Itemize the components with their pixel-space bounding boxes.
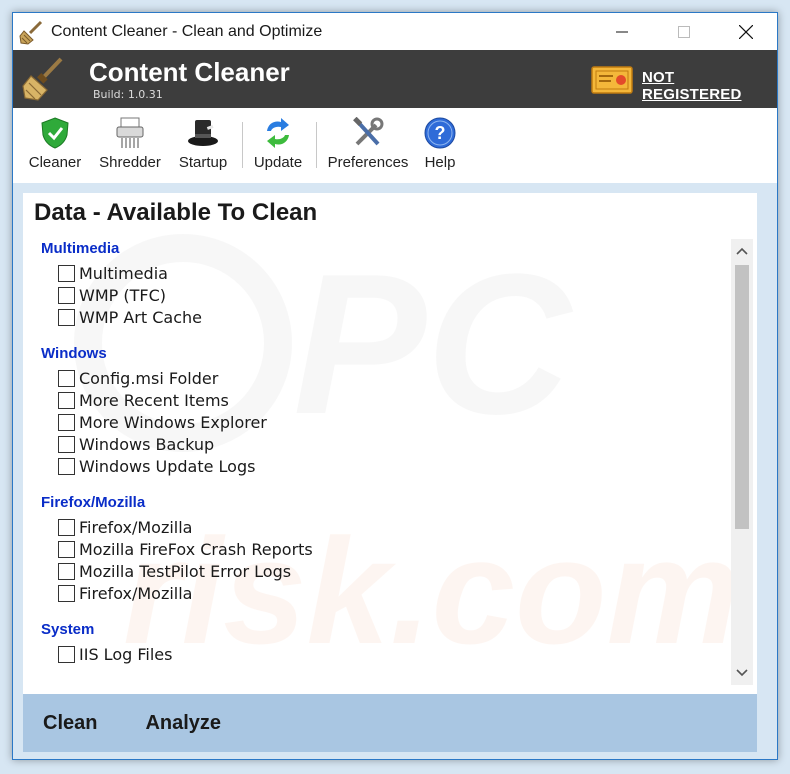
scroll-up-button[interactable] — [731, 239, 753, 263]
checkbox[interactable] — [58, 435, 75, 453]
tools-icon — [353, 117, 384, 146]
group-firefox-mozilla: Firefox/Mozilla Firefox/Mozilla Mozilla … — [41, 493, 731, 604]
group-system: System IIS Log Files — [41, 620, 731, 665]
analyze-button[interactable]: Analyze — [145, 712, 221, 735]
checkbox[interactable] — [58, 413, 75, 431]
checkbox[interactable] — [58, 391, 75, 409]
item-label: IIS Log Files — [79, 644, 173, 664]
vertical-scrollbar[interactable] — [731, 239, 753, 685]
group-title: Firefox/Mozilla — [41, 494, 146, 511]
window-title: Content Cleaner - Clean and Optimize — [51, 22, 323, 40]
clean-button[interactable]: Clean — [43, 712, 97, 735]
preferences-button[interactable]: Preferences — [325, 116, 411, 180]
app-window: Content Cleaner - Clean and Optimize Con… — [12, 12, 778, 760]
item-label: WMP (TFC) — [79, 285, 166, 305]
refresh-icon — [267, 118, 289, 148]
chevron-down-icon — [736, 669, 748, 677]
item-label: WMP Art Cache — [79, 307, 202, 327]
cleaner-label: Cleaner — [28, 154, 82, 171]
toolbar: Cleaner Shredder Startup Update Preferen… — [13, 108, 777, 184]
item-label: Multimedia — [79, 263, 168, 283]
list-item[interactable]: More Recent Items — [58, 389, 731, 411]
list-item[interactable]: WMP Art Cache — [58, 306, 731, 328]
item-label: Config.msi Folder — [79, 368, 219, 388]
list-item[interactable]: More Windows Explorer — [58, 411, 731, 433]
build-version: Build: 1.0.31 — [93, 88, 163, 101]
shredder-button[interactable]: Shredder — [95, 116, 165, 180]
item-label: Firefox/Mozilla — [79, 517, 193, 537]
group-windows: Windows Config.msi Folder More Recent It… — [41, 344, 731, 477]
scroll-thumb[interactable] — [735, 265, 749, 529]
certificate-icon — [591, 66, 633, 94]
startup-label: Startup — [178, 154, 228, 171]
checkbox[interactable] — [58, 286, 75, 304]
checkbox[interactable] — [58, 562, 75, 580]
list-item[interactable]: Firefox/Mozilla — [58, 516, 731, 538]
shredder-label: Shredder — [99, 154, 161, 171]
minimize-button[interactable] — [591, 13, 653, 50]
help-icon: ? — [424, 117, 456, 149]
update-label: Update — [253, 154, 303, 171]
checkbox[interactable] — [58, 518, 75, 536]
item-label: Windows Update Logs — [79, 456, 256, 476]
clean-panel: PC risk.com Data - Available To Clean Mu… — [23, 193, 757, 695]
list-item[interactable]: WMP (TFC) — [58, 284, 731, 306]
broom-logo-icon — [22, 57, 63, 101]
cleaner-button[interactable]: Cleaner — [25, 116, 85, 180]
toolbar-separator — [316, 122, 317, 168]
shredder-icon — [116, 117, 144, 148]
shield-check-icon — [41, 117, 69, 149]
cleanable-items-list: Multimedia Multimedia WMP (TFC) WMP Art … — [41, 239, 731, 681]
list-item[interactable]: Mozilla FireFox Crash Reports — [58, 538, 731, 560]
list-item[interactable]: Windows Backup — [58, 433, 731, 455]
title-bar: Content Cleaner - Clean and Optimize — [13, 13, 777, 50]
action-bar: Clean Analyze — [23, 694, 757, 752]
list-item[interactable]: Windows Update Logs — [58, 455, 731, 477]
update-button[interactable]: Update — [249, 116, 307, 180]
list-item[interactable]: Multimedia — [58, 262, 731, 284]
help-label: Help — [424, 154, 456, 171]
list-item[interactable]: IIS Log Files — [58, 643, 731, 665]
top-hat-icon — [188, 120, 218, 146]
toolbar-separator — [242, 122, 243, 168]
close-button[interactable] — [715, 13, 777, 50]
help-button[interactable]: ? Help — [417, 116, 463, 180]
preferences-label: Preferences — [327, 154, 409, 171]
close-icon — [739, 24, 753, 39]
startup-button[interactable]: Startup — [173, 116, 233, 180]
maximize-icon — [678, 25, 690, 38]
list-item[interactable]: Config.msi Folder — [58, 367, 731, 389]
checkbox[interactable] — [58, 264, 75, 282]
list-item[interactable]: Firefox/Mozilla — [58, 582, 731, 604]
brand-name: Content Cleaner — [89, 57, 290, 87]
checkbox[interactable] — [58, 584, 75, 602]
panel-title: Data - Available To Clean — [34, 199, 318, 226]
group-title: System — [41, 621, 95, 638]
minimize-icon — [616, 31, 628, 32]
item-label: Mozilla FireFox Crash Reports — [79, 539, 313, 559]
svg-text:?: ? — [435, 123, 446, 143]
item-label: Firefox/Mozilla — [79, 583, 193, 603]
group-title: Multimedia — [41, 240, 120, 257]
item-label: Windows Backup — [79, 434, 215, 454]
item-label: More Recent Items — [79, 390, 229, 410]
group-title: Windows — [41, 345, 107, 362]
content-frame: PC risk.com Data - Available To Clean Mu… — [13, 184, 777, 695]
not-registered-link[interactable]: NOT REGISTERED — [642, 69, 777, 103]
item-label: More Windows Explorer — [79, 412, 267, 432]
checkbox[interactable] — [58, 540, 75, 558]
group-multimedia: Multimedia Multimedia WMP (TFC) WMP Art … — [41, 239, 731, 328]
checkbox[interactable] — [58, 308, 75, 326]
scroll-down-button[interactable] — [731, 661, 753, 685]
list-item[interactable]: Mozilla TestPilot Error Logs — [58, 560, 731, 582]
app-header: Content Cleaner Build: 1.0.31 NOT REGIST… — [13, 50, 777, 108]
item-label: Mozilla TestPilot Error Logs — [79, 561, 292, 581]
checkbox[interactable] — [58, 645, 75, 663]
checkbox[interactable] — [58, 369, 75, 387]
maximize-button[interactable] — [653, 13, 715, 50]
broom-icon — [19, 20, 43, 45]
checkbox[interactable] — [58, 457, 75, 475]
chevron-up-icon — [736, 247, 748, 255]
